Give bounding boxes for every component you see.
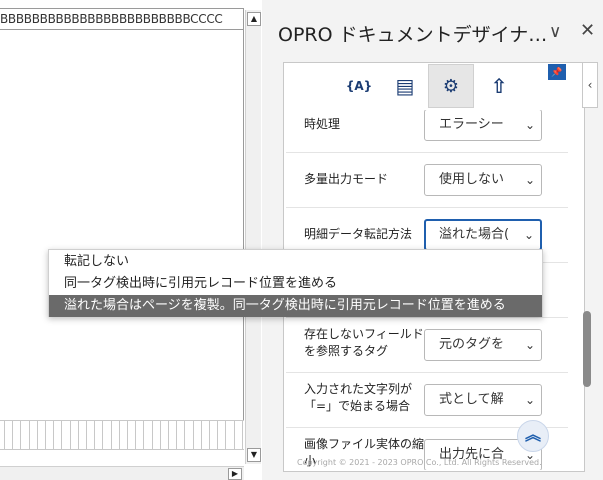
property-row: 存在しないフィールドを参照するタグ 元のタグを ⌄	[286, 318, 568, 373]
property-select[interactable]: 元のタグを ⌄	[424, 329, 542, 361]
dropdown-menu: 転記しない 同一タグ検出時に引用元レコード位置を進める 溢れた場合はページを複製…	[48, 249, 543, 317]
property-row: 入力された文字列が「=」で始まる場合 式として解 ⌄	[286, 373, 568, 428]
select-value: 使用しない	[439, 172, 505, 187]
grid-line	[20, 420, 22, 450]
select-value: エラーシー	[439, 117, 504, 132]
grid-line	[225, 420, 227, 450]
grid-line	[28, 420, 30, 450]
property-label: 入力された文字列が「=」で始まる場合	[304, 382, 413, 413]
grid-line	[159, 420, 161, 450]
grid-line	[45, 420, 46, 450]
property-select[interactable]: 式として解 ⌄	[424, 384, 542, 416]
chevron-down-icon[interactable]: ∨	[549, 22, 561, 42]
scroll-up-icon[interactable]: ▲	[247, 12, 261, 26]
horizontal-scrollbar[interactable]: ▶	[0, 466, 244, 480]
scroll-right-icon[interactable]: ▶	[228, 468, 242, 480]
grid-line	[12, 420, 14, 450]
column-header: BBBBBBBBBBBBBBBBBBBBBBBBCCCC	[0, 8, 244, 30]
grid-line	[217, 420, 219, 450]
select-value: 溢れた場合(	[439, 227, 510, 242]
settings-button[interactable]: ⚙	[428, 64, 474, 108]
grid-line	[4, 420, 5, 450]
grid-line	[176, 420, 178, 450]
field-tag-button[interactable]: {A}	[336, 64, 382, 108]
pin-icon: 📌	[551, 68, 563, 78]
grid-line	[143, 420, 145, 450]
table-button[interactable]: ▤	[382, 64, 428, 108]
grid-line	[53, 420, 55, 450]
chevron-down-icon: ⌄	[520, 221, 534, 249]
gear-icon: ⚙	[442, 75, 460, 97]
grid-line	[168, 420, 169, 450]
select-value: 式として解	[439, 392, 504, 407]
grid-rows	[0, 420, 244, 450]
panel-scrollbar[interactable]	[580, 62, 594, 472]
dropdown-option-selected[interactable]: 溢れた場合はページを複製。同一タグ検出時に引用元レコード位置を進める	[49, 295, 542, 317]
grid-line	[241, 420, 243, 450]
pin-button[interactable]: 📌	[548, 64, 566, 80]
double-chevron-up-icon: ︽	[524, 425, 541, 444]
panel-toolbar: {A} ▤ ⚙ ⇧	[286, 64, 582, 110]
grid-line	[77, 420, 79, 450]
scrollbar-thumb[interactable]	[583, 311, 591, 387]
grid-line	[209, 420, 210, 450]
grid-line	[184, 420, 186, 450]
table-icon: ▤	[395, 74, 415, 98]
dropdown-option[interactable]: 転記しない	[49, 251, 542, 273]
sheet-area: BBBBBBBBBBBBBBBBBBBBBBBBCCCC ▲ ▼ ▶	[0, 0, 262, 480]
property-select[interactable]: 溢れた場合( ⌄	[424, 219, 542, 251]
copyright-text: Copyright © 2021 - 2023 OPRO Co., Ltd. A…	[297, 458, 542, 467]
chevron-down-icon: ⌄	[521, 385, 535, 415]
scroll-to-top-button[interactable]: ︽	[517, 420, 549, 452]
grid-line	[127, 420, 128, 450]
select-value: 元のタグを	[439, 337, 505, 352]
property-label: 明細データ転記方法	[304, 227, 413, 241]
property-label: 多量出力モード	[304, 172, 389, 186]
property-label: 存在しないフィールドを参照するタグ	[304, 327, 424, 358]
braces-a-icon: {A}	[345, 79, 373, 93]
grid-line	[69, 420, 71, 450]
grid-line	[151, 420, 153, 450]
dropdown-option[interactable]: 同一タグ検出時に引用元レコード位置を進める	[49, 273, 542, 295]
sheet-canvas[interactable]	[0, 30, 244, 420]
grid-line	[86, 420, 87, 450]
grid-line	[61, 420, 63, 450]
chevron-down-icon: ⌄	[521, 165, 535, 195]
vertical-scrollbar[interactable]: ▲ ▼	[245, 10, 261, 464]
chevron-down-icon: ⌄	[521, 110, 535, 140]
scroll-down-icon[interactable]: ▼	[247, 448, 261, 462]
grid-line	[192, 420, 194, 450]
close-icon[interactable]: ✕	[580, 20, 595, 41]
grid-line	[110, 420, 112, 450]
property-row: 多量出力モード 使用しない ⌄	[286, 153, 568, 208]
grid-line	[102, 420, 104, 450]
property-label: 時処理	[304, 117, 341, 131]
property-row: 時処理 エラーシー ⌄	[286, 110, 568, 153]
chevron-down-icon: ⌄	[521, 330, 535, 360]
upload-button[interactable]: ⇧	[476, 64, 522, 108]
property-select[interactable]: 使用しない ⌄	[424, 164, 542, 196]
grid-line	[200, 420, 202, 450]
grid-line	[135, 420, 137, 450]
grid-line	[118, 420, 120, 450]
upload-icon: ⇧	[490, 74, 508, 98]
grid-line	[36, 420, 38, 450]
property-select[interactable]: エラーシー ⌄	[424, 110, 542, 141]
panel-title: OPRO ドキュメントデザイナ…	[278, 24, 548, 46]
grid-line	[94, 420, 96, 450]
grid-line	[233, 420, 235, 450]
